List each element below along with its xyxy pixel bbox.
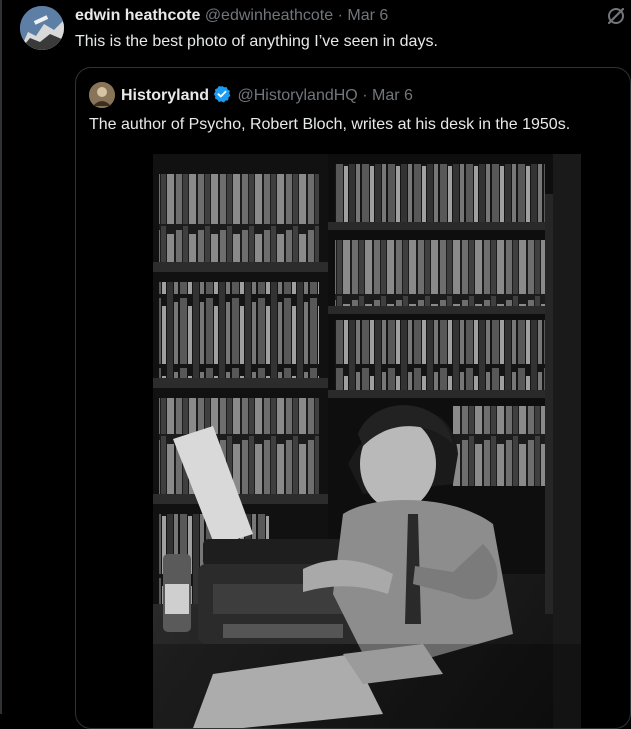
quote-avatar[interactable] <box>89 82 115 108</box>
grok-icon[interactable] <box>606 6 626 26</box>
separator-dot: · <box>337 7 343 24</box>
avatar[interactable] <box>20 6 64 50</box>
quote-timestamp[interactable]: Mar 6 <box>372 87 413 104</box>
quote-separator-dot: · <box>362 87 368 104</box>
tweet-header: edwin heathcote @edwinheathcote · Mar 6 <box>75 6 388 26</box>
handle[interactable]: @edwinheathcote <box>205 7 333 24</box>
quote-text: The author of Psycho, Robert Bloch, writ… <box>89 116 571 133</box>
quote-display-name[interactable]: Historyland <box>121 87 209 104</box>
avatar-image <box>20 6 64 50</box>
quote-avatar-image <box>89 82 115 108</box>
quote-photo[interactable] <box>153 154 581 728</box>
writer-at-typewriter-image <box>153 154 581 728</box>
timestamp[interactable]: Mar 6 <box>347 7 388 24</box>
verified-badge-icon <box>213 85 231 103</box>
tweet-text: This is the best photo of anything I’ve … <box>75 33 438 50</box>
quote-handle[interactable]: @HistorylandHQ <box>237 87 357 104</box>
tweet: edwin heathcote @edwinheathcote · Mar 6 … <box>0 0 631 729</box>
display-name[interactable]: edwin heathcote <box>75 7 200 24</box>
timeline-divider <box>0 0 2 714</box>
quote-tweet-card[interactable]: Historyland @HistorylandHQ · Mar 6 The a… <box>75 67 631 729</box>
quote-header: Historyland @HistorylandHQ · Mar 6 <box>121 85 413 106</box>
